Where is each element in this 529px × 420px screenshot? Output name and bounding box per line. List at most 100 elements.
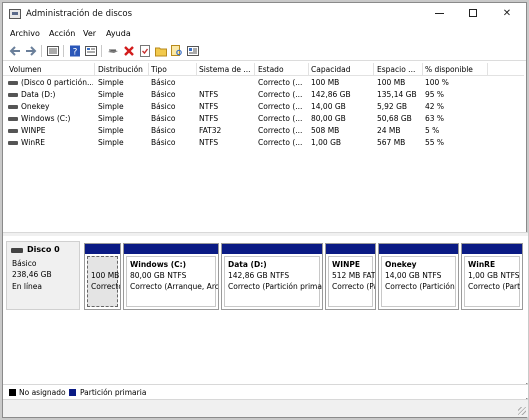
window-title: Administración de discos bbox=[26, 9, 133, 19]
disk-management-window: Administración de discos ✕ Archivo Acció… bbox=[2, 2, 528, 418]
table-cell: 14,00 GB bbox=[311, 102, 346, 111]
properties-icon[interactable] bbox=[85, 45, 97, 57]
table-cell: (Disco 0 partición... bbox=[21, 78, 93, 87]
close-button[interactable]: ✕ bbox=[490, 3, 524, 25]
column-divider[interactable] bbox=[148, 63, 149, 75]
table-cell: 100 MB bbox=[311, 78, 340, 87]
table-cell: 1,00 GB bbox=[311, 138, 342, 147]
partition-body: Data (D:) 142,86 GB NTFS Correcto (Partici… bbox=[224, 256, 322, 307]
legend: No asignado Partición primaria bbox=[3, 384, 528, 398]
title-bar: Administración de discos ✕ bbox=[3, 3, 526, 25]
toolbar-separator bbox=[63, 45, 64, 57]
help-icon[interactable]: ? bbox=[69, 45, 81, 57]
partition-block[interactable]: WINPE 512 MB FAT Correcto (Pa bbox=[325, 243, 376, 310]
partition-body: WinRE 1,00 GB NTFS Correcto (Part bbox=[464, 256, 520, 307]
disk-name: Disco 0 bbox=[27, 245, 60, 254]
column-divider[interactable] bbox=[196, 63, 197, 75]
table-cell: Simple bbox=[98, 138, 124, 147]
table-cell: NTFS bbox=[199, 102, 219, 111]
table-cell: NTFS bbox=[199, 90, 219, 99]
partition-size: 512 MB FAT bbox=[332, 271, 376, 280]
folder-icon[interactable] bbox=[155, 45, 167, 57]
partition-block[interactable]: WinRE 1,00 GB NTFS Correcto (Part bbox=[461, 243, 523, 310]
table-cell: Correcto (... bbox=[258, 138, 303, 147]
column-divider[interactable] bbox=[254, 63, 255, 75]
partition-type-bar bbox=[85, 244, 120, 254]
partition-size: 142,86 GB NTFS bbox=[228, 271, 290, 280]
table-row[interactable]: (Disco 0 partición... Simple Básico Correct… bbox=[3, 77, 524, 89]
maximize-button[interactable] bbox=[456, 3, 490, 25]
disk-0-label[interactable]: Disco 0 Básico 238,46 GB En línea bbox=[6, 241, 80, 310]
disk-map-pane: Disco 0 Básico 238,46 GB En línea 100 MB… bbox=[3, 236, 528, 383]
settings-icon[interactable] bbox=[187, 45, 199, 57]
partition-block[interactable]: Windows (C:) 80,00 GB NTFS Correcto (Arran… bbox=[123, 243, 219, 310]
disk-icon bbox=[11, 248, 23, 253]
resize-grip[interactable] bbox=[518, 407, 526, 415]
disk-management-icon bbox=[9, 9, 21, 19]
table-cell: Simple bbox=[98, 114, 124, 123]
partition-name: WINPE bbox=[332, 260, 360, 269]
partition-name: Onekey bbox=[385, 260, 417, 269]
partition-status: Correcto (Partición prima bbox=[228, 282, 322, 291]
column-header-sistema-de-archivos[interactable]: Sistema de ... bbox=[199, 65, 253, 74]
column-header-estado[interactable]: Estado bbox=[258, 65, 308, 74]
table-cell: Básico bbox=[151, 126, 176, 135]
column-header-capacidad[interactable]: Capacidad bbox=[311, 65, 371, 74]
toolbar-separator bbox=[101, 45, 102, 57]
partition-body: 100 MB Correcto bbox=[87, 256, 121, 307]
maximize-icon bbox=[469, 9, 477, 17]
menu-ayuda[interactable]: Ayuda bbox=[106, 29, 131, 38]
partition-size: 14,00 GB NTFS bbox=[385, 271, 442, 280]
table-cell: Básico bbox=[151, 114, 176, 123]
list-view-icon[interactable] bbox=[47, 45, 59, 57]
close-icon: ✕ bbox=[502, 8, 512, 19]
partition-status: Correcto bbox=[91, 282, 121, 291]
disk-size: 238,46 GB bbox=[12, 270, 52, 279]
table-row[interactable]: Windows (C:) Simple Básico NTFS Correcto (..… bbox=[3, 113, 524, 125]
forward-icon[interactable] bbox=[25, 45, 37, 57]
menu-ver[interactable]: Ver bbox=[83, 29, 96, 38]
connect-icon[interactable] bbox=[107, 45, 119, 57]
column-header-porcentaje-disponible[interactable]: % disponible bbox=[425, 65, 485, 74]
table-cell: Básico bbox=[151, 138, 176, 147]
table-cell: Simple bbox=[98, 126, 124, 135]
table-row[interactable]: WinRE Simple Básico NTFS Correcto (... 1,00 G… bbox=[3, 137, 524, 149]
table-cell: Simple bbox=[98, 102, 124, 111]
table-cell: 24 MB bbox=[377, 126, 401, 135]
table-cell: WINPE bbox=[21, 126, 46, 135]
table-cell: WinRE bbox=[21, 138, 46, 147]
column-divider[interactable] bbox=[373, 63, 374, 75]
partition-block[interactable]: Onekey 14,00 GB NTFS Correcto (Partición bbox=[378, 243, 459, 310]
partition-block[interactable]: Data (D:) 142,86 GB NTFS Correcto (Partici… bbox=[221, 243, 323, 310]
delete-icon[interactable] bbox=[123, 45, 135, 57]
column-header-distribucion[interactable]: Distribución bbox=[98, 65, 148, 74]
minimize-button[interactable] bbox=[422, 3, 456, 25]
column-divider[interactable] bbox=[94, 63, 95, 75]
search-icon[interactable] bbox=[171, 45, 183, 57]
volume-list-header: Volumen Distribución Tipo Sistema de ...… bbox=[3, 62, 524, 76]
column-header-tipo[interactable]: Tipo bbox=[151, 65, 196, 74]
partition-block[interactable]: 100 MB Correcto bbox=[84, 243, 121, 310]
column-header-volumen[interactable]: Volumen bbox=[9, 65, 94, 74]
menu-archivo[interactable]: Archivo bbox=[10, 29, 40, 38]
column-divider[interactable] bbox=[487, 63, 488, 75]
table-row[interactable]: Onekey Simple Básico NTFS Correcto (... 14,00… bbox=[3, 101, 524, 113]
check-icon[interactable] bbox=[139, 45, 151, 57]
table-cell: Correcto (... bbox=[258, 78, 303, 87]
table-row[interactable]: Data (D:) Simple Básico NTFS Correcto (... 14… bbox=[3, 89, 524, 101]
volume-icon bbox=[8, 81, 18, 85]
partition-size: 80,00 GB NTFS bbox=[130, 271, 187, 280]
menu-accion[interactable]: Acción bbox=[49, 29, 75, 38]
table-row[interactable]: WINPE Simple Básico FAT32 Correcto (... 508 M… bbox=[3, 125, 524, 137]
partition-status: Correcto (Part bbox=[468, 282, 521, 291]
table-cell: 142,86 GB bbox=[311, 90, 351, 99]
back-icon[interactable] bbox=[9, 45, 21, 57]
column-divider[interactable] bbox=[308, 63, 309, 75]
partition-type-bar bbox=[124, 244, 218, 254]
column-header-espacio-disponible[interactable]: Espacio ... bbox=[377, 65, 422, 74]
table-cell: 42 % bbox=[425, 102, 445, 111]
table-cell: 508 MB bbox=[311, 126, 340, 135]
table-cell: NTFS bbox=[199, 114, 219, 123]
column-divider[interactable] bbox=[422, 63, 423, 75]
partition-body: Onekey 14,00 GB NTFS Correcto (Partición bbox=[381, 256, 456, 307]
